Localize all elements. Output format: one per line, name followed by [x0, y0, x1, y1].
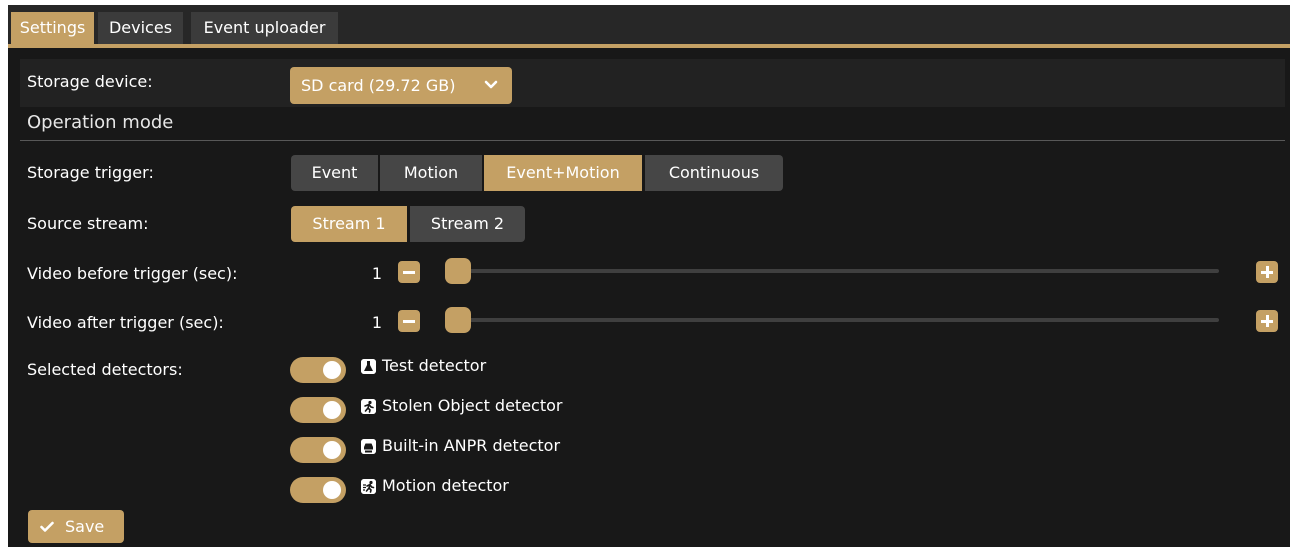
minus-icon — [403, 320, 415, 323]
test-detector-label: Test detector — [382, 356, 487, 375]
tab-underline — [8, 44, 1290, 48]
operation-mode-title: Operation mode — [27, 112, 174, 133]
trigger-motion-button[interactable]: Motion — [380, 155, 482, 191]
toggle-knob — [323, 481, 341, 499]
video-after-decrement-button[interactable] — [398, 310, 420, 332]
settings-panel: Settings Devices Event uploader Storage … — [8, 5, 1290, 547]
stolen-object-detector-label: Stolen Object detector — [382, 396, 563, 415]
toggle-knob — [323, 361, 341, 379]
minus-icon — [403, 271, 415, 274]
video-before-slider-track[interactable] — [445, 269, 1219, 273]
video-before-value: 1 — [371, 264, 382, 283]
car-plate-icon — [361, 439, 376, 454]
section-divider — [20, 140, 1285, 141]
chevron-down-icon — [484, 80, 498, 89]
video-before-increment-button[interactable] — [1256, 261, 1278, 283]
tab-event-uploader[interactable]: Event uploader — [191, 12, 338, 44]
video-after-increment-button[interactable] — [1256, 310, 1278, 332]
tab-bar: Settings Devices Event uploader — [8, 5, 1290, 44]
video-before-decrement-button[interactable] — [398, 261, 420, 283]
storage-device-value: SD card (29.72 GB) — [301, 76, 456, 95]
save-button[interactable]: Save — [28, 510, 124, 543]
video-after-label: Video after trigger (sec): — [27, 313, 224, 332]
storage-device-dropdown[interactable]: SD card (29.72 GB) — [290, 67, 512, 104]
tab-devices[interactable]: Devices — [98, 12, 183, 44]
video-before-label: Video before trigger (sec): — [27, 264, 238, 283]
toggle-knob — [323, 401, 341, 419]
motion-detector-label: Motion detector — [382, 476, 509, 495]
motion-detector-toggle[interactable] — [290, 477, 346, 503]
flask-icon — [361, 359, 376, 374]
selected-detectors-label: Selected detectors: — [27, 360, 183, 379]
video-after-slider-track[interactable] — [445, 318, 1219, 322]
motion-icon — [361, 479, 376, 494]
anpr-detector-label: Built-in ANPR detector — [382, 436, 561, 455]
storage-trigger-label: Storage trigger: — [27, 163, 154, 182]
test-detector-toggle[interactable] — [290, 357, 346, 383]
video-after-slider-thumb[interactable] — [445, 307, 471, 333]
stream-2-button[interactable]: Stream 2 — [410, 206, 525, 242]
tab-settings[interactable]: Settings — [11, 12, 94, 44]
running-person-icon — [361, 399, 376, 414]
video-after-value: 1 — [371, 313, 382, 332]
source-stream-label: Source stream: — [27, 214, 149, 233]
trigger-event-button[interactable]: Event — [291, 155, 378, 191]
storage-device-row — [20, 59, 1285, 107]
check-icon — [40, 521, 54, 532]
stream-1-button[interactable]: Stream 1 — [291, 206, 407, 242]
anpr-detector-toggle[interactable] — [290, 437, 346, 463]
trigger-event-motion-button[interactable]: Event+Motion — [484, 155, 642, 191]
storage-device-label: Storage device: — [27, 72, 153, 91]
toggle-knob — [323, 441, 341, 459]
trigger-continuous-button[interactable]: Continuous — [645, 155, 783, 191]
save-label: Save — [65, 517, 105, 536]
video-before-slider-thumb[interactable] — [445, 258, 471, 284]
stolen-object-detector-toggle[interactable] — [290, 397, 346, 423]
